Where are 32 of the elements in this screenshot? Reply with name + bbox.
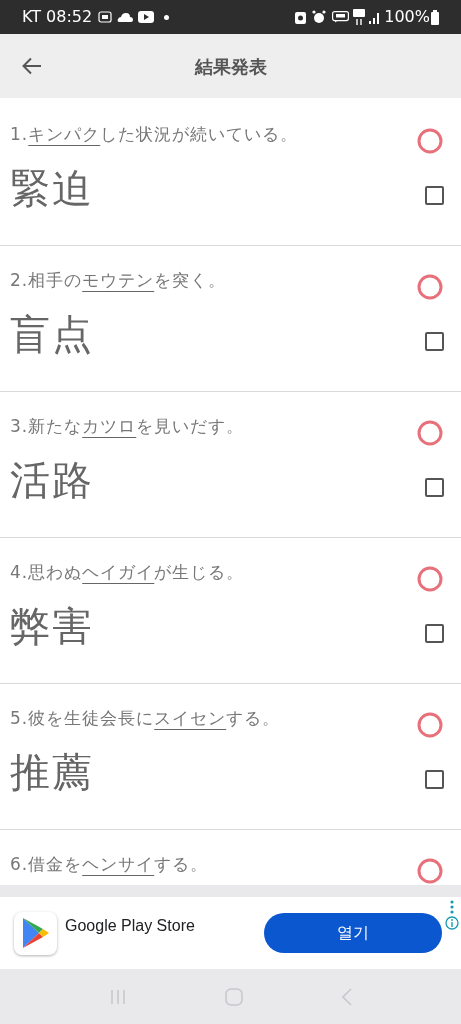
question-text: 4.思わぬヘイガイ が生じる。	[10, 561, 245, 584]
answer-text: 盲点	[10, 310, 94, 359]
answer-text: 緊迫	[10, 164, 94, 213]
checkbox[interactable]	[425, 185, 444, 205]
dot-icon	[164, 14, 170, 20]
app-logo-icon	[14, 911, 57, 955]
more-options-icon[interactable]	[450, 900, 454, 914]
video-icon	[138, 11, 155, 23]
open-button[interactable]: 열기	[264, 913, 442, 953]
battery-icon	[431, 9, 439, 25]
alarm-icon	[312, 10, 327, 24]
status-time: KT 08:52	[22, 6, 93, 28]
answer-text: 弊害	[10, 602, 94, 651]
checkbox[interactable]	[425, 769, 444, 789]
answer-text: 活路	[10, 456, 94, 505]
ad-app-name: Google Play Store	[65, 916, 195, 936]
question-text: 6.借金をヘンサイする。	[10, 853, 209, 876]
checkbox[interactable]	[425, 623, 444, 643]
question-text: 1.キンパク した状況が続いている。	[10, 123, 299, 146]
question-text: 3.新たなカツロ を見いだす。	[10, 415, 245, 438]
question-text: 2.相手のモウテン を突く。	[10, 269, 227, 292]
sim-icon	[295, 10, 307, 24]
signal-icon	[369, 10, 382, 24]
screen-title: 結果発表	[194, 54, 267, 79]
carrier-icon	[98, 11, 113, 23]
cloud-icon	[117, 12, 135, 22]
checkbox[interactable]	[425, 331, 444, 351]
battery-percent: 100%	[384, 6, 430, 28]
answer-text: 推薦	[10, 748, 94, 797]
checkbox[interactable]	[425, 477, 444, 497]
question-text: 5.彼を生徒会長にスイセンする。	[10, 707, 281, 730]
info-icon[interactable]	[445, 916, 459, 930]
